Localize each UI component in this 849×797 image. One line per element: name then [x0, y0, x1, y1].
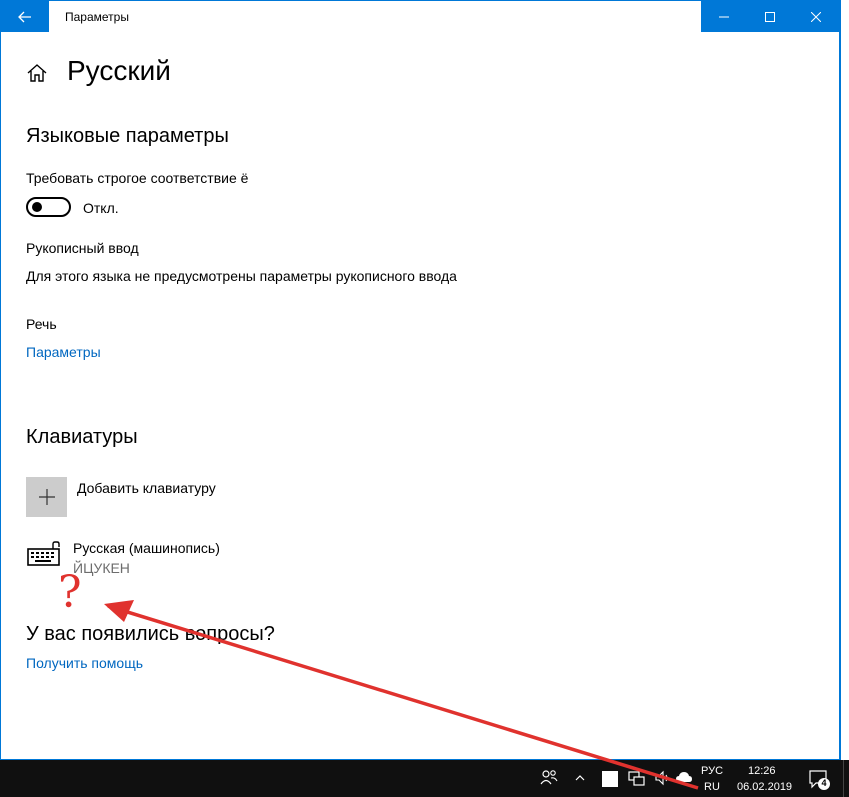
clock-date[interactable]: 06.02.2019 [737, 781, 792, 793]
handwriting-label: Рукописный ввод [26, 240, 139, 256]
add-keyboard-label[interactable]: Добавить клавиатуру [77, 480, 216, 496]
input-language-indicator[interactable]: РУС [701, 765, 723, 777]
settings-window: Параметры Русский Языковые параметры Тре… [0, 0, 840, 760]
back-button[interactable] [1, 1, 49, 32]
window-title: Параметры [65, 10, 129, 24]
keyboard-item-name[interactable]: Русская (машинопись) [73, 540, 220, 556]
plus-icon [38, 489, 55, 505]
page-title: Русский [67, 55, 171, 86]
speech-label: Речь [26, 316, 57, 332]
notification-count: 4 [821, 778, 827, 788]
cloud-icon[interactable] [675, 770, 693, 786]
white-square-icon[interactable] [602, 771, 618, 787]
get-help-link[interactable]: Получить помощь [26, 655, 143, 671]
home-icon[interactable] [26, 62, 48, 84]
input-language-code[interactable]: RU [704, 781, 720, 793]
speech-settings-link[interactable]: Параметры [26, 344, 101, 360]
keyboard-icon [27, 541, 60, 566]
minimize-button[interactable] [701, 1, 747, 32]
window-edge [840, 0, 849, 760]
language-options-heading: Языковые параметры [26, 125, 229, 147]
maximize-icon [765, 11, 775, 22]
strict-yo-toggle[interactable] [26, 197, 71, 217]
strict-yo-state: Откл. [83, 200, 119, 216]
strict-yo-label: Требовать строгое соответствие ё [26, 170, 249, 186]
close-icon [811, 11, 821, 22]
toggle-knob [32, 202, 42, 212]
window-controls [701, 1, 839, 32]
maximize-button[interactable] [747, 1, 793, 32]
minimize-icon [719, 16, 729, 17]
network-icon[interactable] [628, 771, 646, 787]
show-desktop-button[interactable] [843, 760, 849, 797]
close-button[interactable] [793, 1, 839, 32]
keyboards-heading: Клавиатуры [26, 426, 138, 448]
help-heading: У вас появились вопросы? [26, 623, 275, 645]
people-icon[interactable] [540, 768, 558, 786]
annotation-question-mark: ? [58, 567, 82, 618]
handwriting-note: Для этого языка не предусмотрены парамет… [26, 268, 457, 284]
action-center-button[interactable]: 4 [808, 768, 832, 792]
arrow-left-icon [18, 11, 31, 22]
add-keyboard-button[interactable] [26, 477, 67, 517]
chevron-up-icon[interactable] [575, 771, 585, 785]
volume-icon[interactable] [655, 770, 671, 786]
clock-time[interactable]: 12:26 [748, 765, 776, 777]
title-bar: Параметры [1, 1, 839, 32]
